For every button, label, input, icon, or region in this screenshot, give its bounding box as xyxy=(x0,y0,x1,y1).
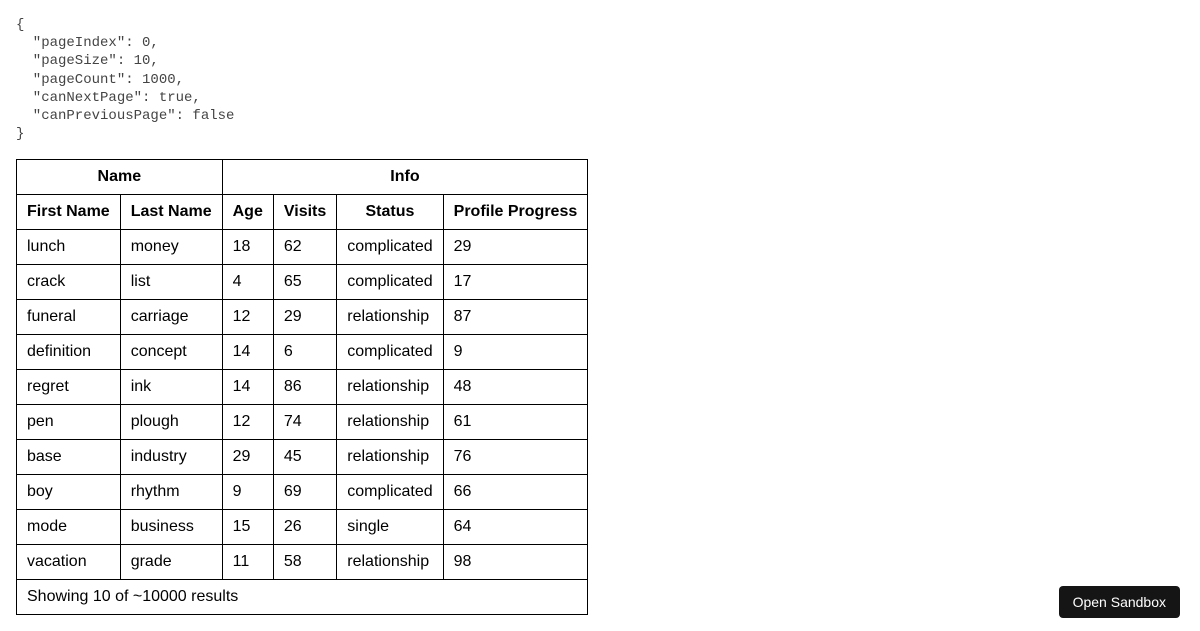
cell-visits: 62 xyxy=(273,230,336,265)
cell-status: relationship xyxy=(337,405,443,440)
table-row: vacationgrade1158relationship98 xyxy=(17,545,588,580)
table-row: funeralcarriage1229relationship87 xyxy=(17,300,588,335)
table-row: definitionconcept146complicated9 xyxy=(17,335,588,370)
cell-status: relationship xyxy=(337,440,443,475)
cell-firstName: definition xyxy=(17,335,121,370)
cell-visits: 86 xyxy=(273,370,336,405)
open-sandbox-button[interactable]: Open Sandbox xyxy=(1059,586,1180,618)
cell-lastName: concept xyxy=(120,335,222,370)
debug-json-output: { "pageIndex": 0, "pageSize": 10, "pageC… xyxy=(16,16,1184,143)
cell-status: single xyxy=(337,510,443,545)
table-body: lunchmoney1862complicated29cracklist465c… xyxy=(17,230,588,580)
cell-status: complicated xyxy=(337,335,443,370)
header-age: Age xyxy=(222,195,273,230)
cell-age: 14 xyxy=(222,335,273,370)
cell-status: complicated xyxy=(337,475,443,510)
cell-age: 14 xyxy=(222,370,273,405)
cell-profileProgress: 48 xyxy=(443,370,588,405)
cell-visits: 45 xyxy=(273,440,336,475)
header-status: Status xyxy=(337,195,443,230)
cell-lastName: rhythm xyxy=(120,475,222,510)
cell-lastName: ink xyxy=(120,370,222,405)
cell-firstName: lunch xyxy=(17,230,121,265)
cell-age: 12 xyxy=(222,300,273,335)
cell-age: 4 xyxy=(222,265,273,300)
cell-visits: 69 xyxy=(273,475,336,510)
data-table: Name Info First Name Last Name Age Visit… xyxy=(16,159,588,615)
cell-profileProgress: 66 xyxy=(443,475,588,510)
cell-age: 29 xyxy=(222,440,273,475)
cell-profileProgress: 9 xyxy=(443,335,588,370)
cell-age: 9 xyxy=(222,475,273,510)
cell-lastName: list xyxy=(120,265,222,300)
header-last-name: Last Name xyxy=(120,195,222,230)
cell-firstName: funeral xyxy=(17,300,121,335)
cell-visits: 29 xyxy=(273,300,336,335)
table-footer: Showing 10 of ~10000 results xyxy=(17,580,588,615)
header-group-name: Name xyxy=(17,160,223,195)
cell-visits: 58 xyxy=(273,545,336,580)
cell-lastName: grade xyxy=(120,545,222,580)
cell-profileProgress: 64 xyxy=(443,510,588,545)
cell-profileProgress: 98 xyxy=(443,545,588,580)
cell-lastName: carriage xyxy=(120,300,222,335)
cell-firstName: mode xyxy=(17,510,121,545)
cell-visits: 26 xyxy=(273,510,336,545)
header-visits: Visits xyxy=(273,195,336,230)
cell-profileProgress: 76 xyxy=(443,440,588,475)
table-row: regretink1486relationship48 xyxy=(17,370,588,405)
header-group-info: Info xyxy=(222,160,588,195)
table-row: cracklist465complicated17 xyxy=(17,265,588,300)
cell-visits: 65 xyxy=(273,265,336,300)
cell-lastName: industry xyxy=(120,440,222,475)
cell-lastName: money xyxy=(120,230,222,265)
table-row: lunchmoney1862complicated29 xyxy=(17,230,588,265)
cell-age: 11 xyxy=(222,545,273,580)
cell-firstName: crack xyxy=(17,265,121,300)
cell-profileProgress: 17 xyxy=(443,265,588,300)
table-row: modebusiness1526single64 xyxy=(17,510,588,545)
header-first-name: First Name xyxy=(17,195,121,230)
cell-lastName: business xyxy=(120,510,222,545)
cell-status: complicated xyxy=(337,265,443,300)
cell-status: relationship xyxy=(337,545,443,580)
cell-firstName: boy xyxy=(17,475,121,510)
cell-profileProgress: 29 xyxy=(443,230,588,265)
cell-firstName: regret xyxy=(17,370,121,405)
cell-profileProgress: 61 xyxy=(443,405,588,440)
cell-profileProgress: 87 xyxy=(443,300,588,335)
table-row: boyrhythm969complicated66 xyxy=(17,475,588,510)
cell-lastName: plough xyxy=(120,405,222,440)
cell-firstName: vacation xyxy=(17,545,121,580)
cell-visits: 6 xyxy=(273,335,336,370)
cell-visits: 74 xyxy=(273,405,336,440)
cell-status: relationship xyxy=(337,300,443,335)
cell-age: 12 xyxy=(222,405,273,440)
table-row: baseindustry2945relationship76 xyxy=(17,440,588,475)
cell-firstName: pen xyxy=(17,405,121,440)
header-profile-progress: Profile Progress xyxy=(443,195,588,230)
cell-firstName: base xyxy=(17,440,121,475)
cell-age: 15 xyxy=(222,510,273,545)
cell-status: complicated xyxy=(337,230,443,265)
cell-age: 18 xyxy=(222,230,273,265)
cell-status: relationship xyxy=(337,370,443,405)
table-row: penplough1274relationship61 xyxy=(17,405,588,440)
